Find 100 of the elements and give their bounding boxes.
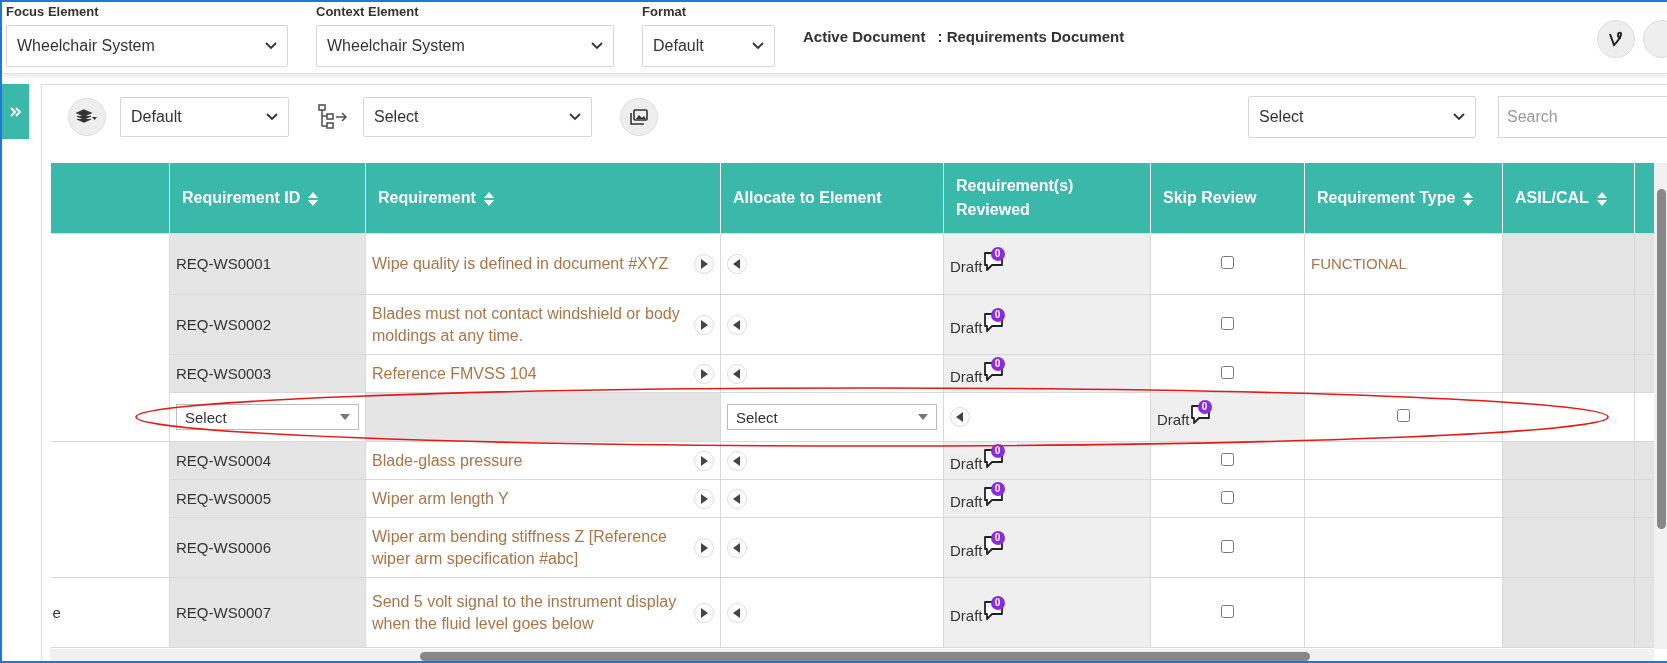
chevron-down-icon	[569, 113, 581, 121]
double-chevron-right-icon	[9, 106, 22, 117]
triangle-right-icon	[700, 368, 708, 379]
v-letter-icon	[1608, 31, 1624, 47]
collapse-button[interactable]	[727, 363, 747, 384]
horizontal-scrollbar[interactable]	[50, 649, 1654, 661]
collapse-button[interactable]	[727, 537, 747, 558]
comment-count-badge: 0	[990, 530, 1005, 545]
requirement-text: Send 5 volt signal to the instrument display when the fluid level goes below	[372, 591, 678, 634]
triangle-left-icon	[733, 259, 741, 269]
triangle-right-icon	[700, 259, 708, 269]
requirement-id: REQ-WS0002	[176, 315, 272, 333]
comment-count-badge: 0	[990, 595, 1005, 610]
images-icon	[630, 109, 648, 125]
chevron-down-icon	[1453, 113, 1465, 121]
skip-review-checkbox[interactable]	[1221, 365, 1234, 379]
layers-icon	[76, 109, 98, 125]
status-text: Draft	[950, 605, 983, 626]
filter-label: Format	[642, 4, 688, 19]
image-button[interactable]	[620, 98, 658, 136]
triangle-left-icon	[733, 542, 741, 553]
dropdown[interactable]: Wheelchair System	[6, 25, 288, 67]
skip-review-checkbox[interactable]	[1221, 256, 1234, 269]
requirement-id: REQ-WS0001	[176, 255, 272, 272]
relation-dropdown[interactable]: Select	[363, 97, 592, 137]
expand-button[interactable]	[694, 450, 714, 471]
triangle-left-icon	[733, 493, 741, 504]
caret-icon	[918, 414, 928, 420]
active-document-label: Active Document	[803, 28, 926, 45]
expand-button[interactable]	[694, 537, 714, 558]
collapse-button[interactable]	[950, 407, 970, 427]
column-header: Allocate to Element	[720, 163, 944, 234]
column-header: Requirement(s) Reviewed	[943, 163, 1151, 234]
comment-count-badge: 0	[990, 247, 1005, 261]
expand-button[interactable]	[694, 488, 714, 509]
id-select[interactable]: Select	[176, 404, 359, 430]
collapse-button[interactable]	[727, 314, 747, 335]
group-label: e	[52, 603, 61, 621]
collapse-button[interactable]	[727, 254, 747, 274]
triangle-left-icon	[733, 607, 741, 618]
triangle-left-icon	[956, 412, 964, 422]
chevron-down-icon	[265, 42, 277, 50]
table-header	[1634, 163, 1654, 234]
triangle-left-icon	[733, 455, 741, 466]
filter-label: Context Element	[316, 4, 420, 19]
requirement-text: Wipe quality is defined in document #XYZ	[372, 254, 669, 274]
triangle-right-icon	[700, 319, 708, 330]
triangle-right-icon	[700, 607, 708, 618]
triangle-left-icon	[733, 368, 741, 379]
vertical-scrollbar[interactable]	[1654, 163, 1667, 649]
dropdown[interactable]: Default	[642, 25, 775, 67]
triangle-right-icon	[700, 542, 708, 553]
chevron-down-icon	[752, 42, 764, 50]
requirement-text: Wiper arm bending stiffness Z [Reference wiper arm specification #abc]	[372, 526, 668, 569]
comment-count-badge: 0	[990, 481, 1005, 496]
collapse-button[interactable]	[727, 602, 747, 623]
hierarchy-arrow-icon[interactable]	[317, 103, 349, 131]
status-text: Draft	[1157, 410, 1190, 430]
requirement-id: REQ-WS0005	[176, 489, 272, 507]
skip-review-checkbox[interactable]	[1221, 539, 1234, 553]
status-text: Draft	[950, 491, 983, 512]
status-text: Draft	[950, 540, 983, 561]
requirement-id: REQ-WS0006	[176, 538, 272, 556]
requirement-text: Blades must not contact windshield or body moldings at any time.	[372, 303, 681, 346]
requirement-text: Reference FMVSS 104	[372, 363, 537, 384]
skip-review-checkbox[interactable]	[1221, 452, 1234, 466]
triangle-right-icon	[700, 493, 708, 504]
column-header: Skip Review	[1150, 163, 1305, 234]
comment-count-badge: 0	[1197, 400, 1212, 414]
status-text: Draft	[950, 453, 983, 474]
requirement-id: REQ-WS0007	[176, 603, 272, 621]
requirement-id: REQ-WS0004	[176, 451, 272, 469]
expand-button[interactable]	[694, 363, 714, 384]
filter-dropdown[interactable]: Select	[1248, 96, 1476, 138]
requirement-type: FUNCTIONAL	[1311, 255, 1407, 272]
requirement-text: Blade-glass pressure	[372, 450, 523, 471]
triangle-left-icon	[733, 319, 741, 330]
collapse-button[interactable]	[727, 450, 747, 471]
filter-label: Focus Element	[6, 4, 100, 19]
allocate-select[interactable]: Select	[727, 404, 937, 430]
status-text: Draft	[950, 257, 983, 277]
search-field[interactable]: Search	[1498, 96, 1667, 138]
active-document-value: : Requirements Document	[937, 28, 1125, 45]
expand-button[interactable]	[694, 254, 714, 274]
layers-button[interactable]	[68, 98, 106, 136]
caret-icon	[340, 414, 350, 420]
skip-review-checkbox[interactable]	[1221, 490, 1234, 504]
chevron-down-icon	[266, 113, 278, 121]
comment-count-badge: 0	[990, 356, 1005, 371]
skip-review-checkbox[interactable]	[1221, 604, 1234, 618]
requirement-id: REQ-WS0003	[176, 364, 272, 382]
expand-button[interactable]	[694, 602, 714, 623]
expand-button[interactable]	[694, 314, 714, 335]
chevron-down-icon	[591, 42, 603, 50]
view-dropdown[interactable]: Default	[120, 97, 289, 137]
dropdown[interactable]: Wheelchair System	[316, 25, 614, 67]
skip-review-checkbox[interactable]	[1397, 409, 1410, 422]
collapse-button[interactable]	[727, 488, 747, 509]
skip-review-checkbox[interactable]	[1221, 316, 1234, 330]
comment-count-badge: 0	[990, 307, 1005, 322]
